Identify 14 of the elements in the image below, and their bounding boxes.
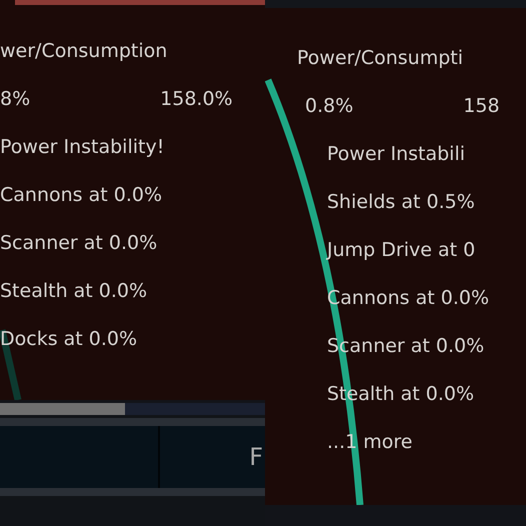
warning-text: Power Instabili: [327, 143, 466, 165]
system-status: Stealth at 0.0%: [0, 280, 148, 302]
system-status: Docks at 0.0%: [0, 328, 138, 350]
system-status: Scanner at 0.0%: [0, 232, 158, 254]
tooltip-title: Power/Consumpti: [297, 47, 464, 69]
system-status: Jump Drive at 0: [327, 239, 476, 261]
system-status: Shields at 0.5%: [327, 191, 475, 213]
power-value: 0.8%: [305, 95, 354, 117]
system-status: Cannons at 0.0%: [0, 184, 162, 206]
warning-text: Power Instability!: [0, 136, 164, 158]
power-value: 8%: [0, 88, 30, 110]
tooltip-title: wer/Consumption: [0, 40, 168, 62]
consumption-value: 158.0%: [160, 88, 233, 110]
consumption-value: 158: [463, 95, 500, 117]
